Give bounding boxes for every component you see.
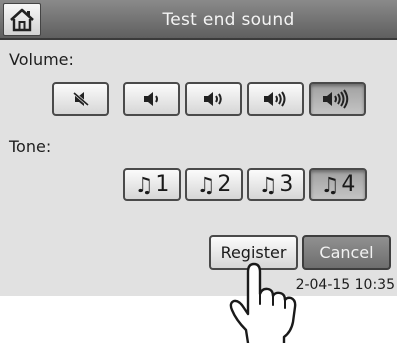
- tone-4-label: 4: [341, 172, 356, 197]
- volume-level-1-button[interactable]: [123, 82, 180, 116]
- speaker-level-1-icon: [143, 92, 158, 106]
- tone-label: Tone:: [9, 137, 52, 156]
- music-note-icon: ♫: [320, 172, 340, 197]
- speaker-level-3-icon: [263, 91, 285, 107]
- volume-level-4-button[interactable]: [309, 82, 366, 116]
- device-screen: Test end sound Volume: Tone: ♫ 1 ♫ 2 ♫ 3…: [0, 0, 397, 296]
- pointing-hand-icon: [229, 262, 297, 343]
- speaker-muted-icon: [72, 91, 89, 107]
- title-bar: Test end sound: [0, 0, 397, 40]
- tone-3-button[interactable]: ♫ 3: [247, 168, 305, 201]
- tone-3-label: 3: [279, 172, 294, 197]
- speaker-level-2-icon: [203, 92, 222, 106]
- volume-level-2-button[interactable]: [185, 82, 242, 116]
- tone-2-button[interactable]: ♫ 2: [185, 168, 243, 201]
- cancel-button[interactable]: Cancel: [302, 235, 391, 270]
- tone-4-button[interactable]: ♫ 4: [309, 168, 367, 201]
- music-note-icon: ♫: [196, 172, 216, 197]
- music-note-icon: ♫: [258, 172, 278, 197]
- tone-2-label: 2: [217, 172, 232, 197]
- page-title: Test end sound: [162, 10, 295, 30]
- tone-1-label: 1: [155, 172, 170, 197]
- home-button[interactable]: [3, 3, 41, 36]
- home-icon: [10, 8, 34, 31]
- music-note-icon: ♫: [134, 172, 154, 197]
- volume-mute-button[interactable]: [52, 82, 109, 116]
- speaker-level-4-icon: [322, 89, 348, 109]
- volume-label: Volume:: [9, 50, 74, 69]
- tone-1-button[interactable]: ♫ 1: [123, 168, 181, 201]
- volume-level-3-button[interactable]: [247, 82, 304, 116]
